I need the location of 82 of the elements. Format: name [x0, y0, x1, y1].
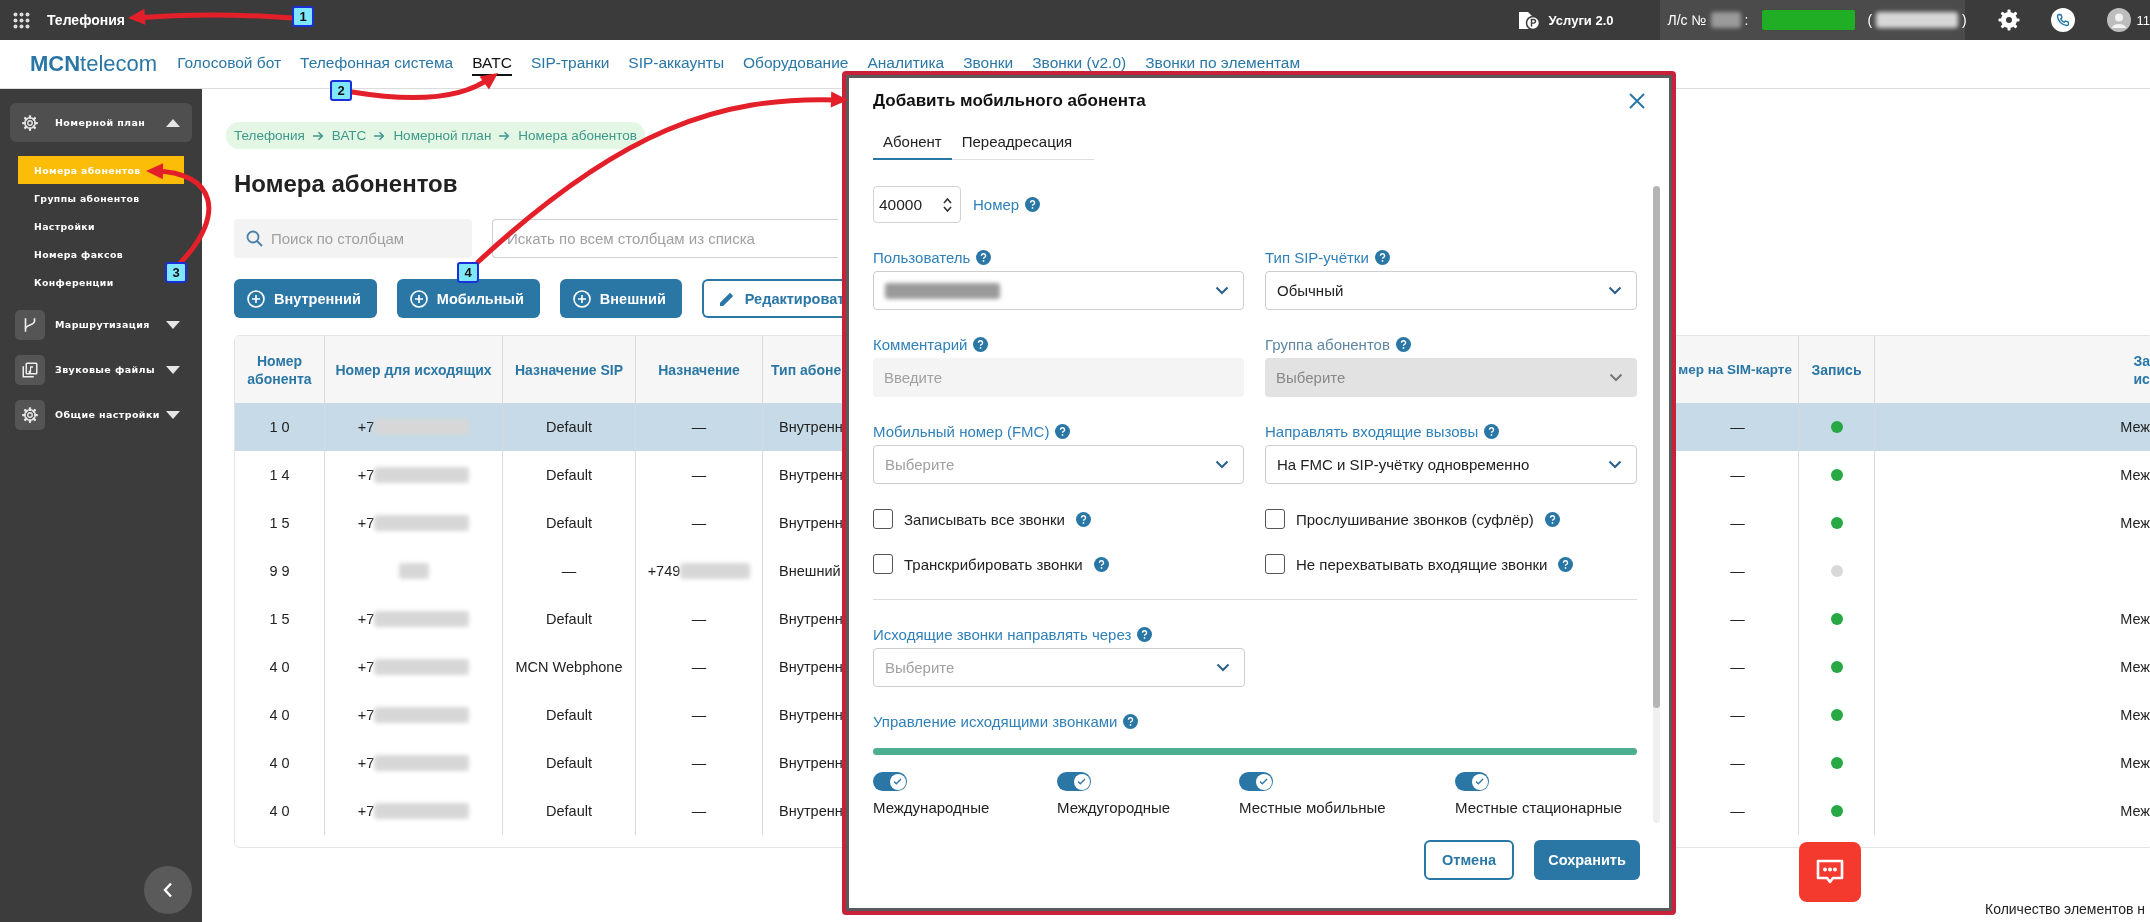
table-cell: —: [691, 467, 707, 483]
table-cell: —: [1730, 563, 1745, 579]
table-cell: Default: [546, 515, 592, 531]
table-cell: Меж: [2120, 515, 2150, 531]
table-cell: Default: [546, 803, 592, 819]
table-cell: —: [1730, 515, 1745, 531]
annotation-badge: 3: [165, 262, 187, 283]
toggle-label: Местные мобильные: [1239, 799, 1386, 816]
field-label: Направлять входящие вызовы: [1265, 422, 1479, 440]
toggle-label: Междугородные: [1057, 799, 1171, 816]
table-cell: +749: [647, 563, 681, 579]
table-cell: MCN Webphone: [515, 659, 623, 675]
table-cell: 1 0: [269, 419, 290, 435]
annotation-badge: 4: [457, 262, 479, 283]
table-cell: —: [1730, 755, 1745, 771]
table-cell: 4 0: [269, 707, 290, 723]
table-cell: Меж: [2120, 467, 2150, 483]
table-cell: +7: [357, 419, 375, 435]
table-cell: —: [1730, 659, 1745, 675]
annotation-badge: 1: [292, 6, 314, 27]
table-cell: 1 5: [269, 611, 290, 627]
table-cell: —: [691, 419, 707, 435]
page-title: Номера абонентов: [234, 169, 459, 199]
table-cell: Внутренн: [779, 611, 843, 627]
table-cell: Внутренн: [779, 707, 843, 723]
table-cell: —: [1730, 611, 1745, 627]
table-cell: Default: [546, 611, 592, 627]
table-cell: —: [691, 515, 707, 531]
table-cell: —: [691, 755, 707, 771]
table-cell: 4 0: [269, 803, 290, 819]
table-cell: —: [691, 659, 707, 675]
table-cell: Меж: [2120, 755, 2150, 771]
app-title: Телефония: [47, 12, 125, 28]
table-cell: 1 5: [269, 515, 290, 531]
table-cell: Внешний: [779, 563, 841, 579]
table-cell: Меж: [2120, 707, 2150, 723]
item-count-label: Количество элементов н: [1985, 901, 2147, 917]
table-cell: Внутренн: [779, 755, 843, 771]
table-cell: +7: [357, 803, 375, 819]
table-cell: Внутренн: [779, 515, 843, 531]
table-cell: +7: [357, 659, 375, 675]
table-cell: Внутренн: [779, 659, 843, 675]
table-cell: —: [1730, 467, 1745, 483]
table-cell: Меж: [2120, 803, 2150, 819]
table-cell: 1 4: [269, 467, 290, 483]
table-cell: Default: [546, 755, 592, 771]
field-label: Пользователь: [873, 248, 971, 266]
table-cell: —: [1730, 419, 1745, 435]
field-label: Номер: [973, 196, 1020, 213]
table-cell: Меж: [2120, 611, 2150, 627]
table-cell: —: [1730, 707, 1745, 723]
table-cell: Default: [546, 707, 592, 723]
field-label: Мобильный номер (FMC): [873, 422, 1050, 440]
field-label: Управление исходящими звонками: [873, 712, 1118, 730]
toggle-label: Международные: [873, 799, 990, 816]
table-cell: 9 9: [269, 563, 290, 579]
table-cell: Default: [546, 467, 592, 483]
table-cell: +7: [357, 707, 375, 723]
table-cell: —: [691, 611, 707, 627]
table-cell: —: [1730, 803, 1745, 819]
field-label: Группа абонентов: [1265, 335, 1390, 353]
table-cell: Внутренн: [779, 467, 843, 483]
dialog-title: Добавить мобильного абонента: [873, 91, 1146, 111]
field-label: Исходящие звонки направлять через: [873, 625, 1132, 643]
table-cell: —: [561, 563, 577, 579]
toggle-label: Местные стационарные: [1455, 799, 1623, 816]
table-cell: —: [691, 707, 707, 723]
field-label: Тип SIP-учётки: [1265, 248, 1369, 266]
table-cell: +7: [357, 467, 375, 483]
table-cell: 4 0: [269, 659, 290, 675]
table-cell: 4 0: [269, 755, 290, 771]
table-cell: Меж: [2120, 419, 2150, 435]
table-cell: Внутренн: [779, 803, 843, 819]
table-cell: Внутренн: [779, 419, 843, 435]
field-label: Комментарий: [873, 335, 968, 353]
table-cell: Меж: [2120, 659, 2150, 675]
annotation-badge: 2: [330, 80, 352, 101]
table-cell: +7: [357, 755, 375, 771]
table-cell: Default: [546, 419, 592, 435]
table-cell: —: [691, 803, 707, 819]
table-cell: +7: [357, 611, 375, 627]
table-cell: +7: [357, 515, 375, 531]
